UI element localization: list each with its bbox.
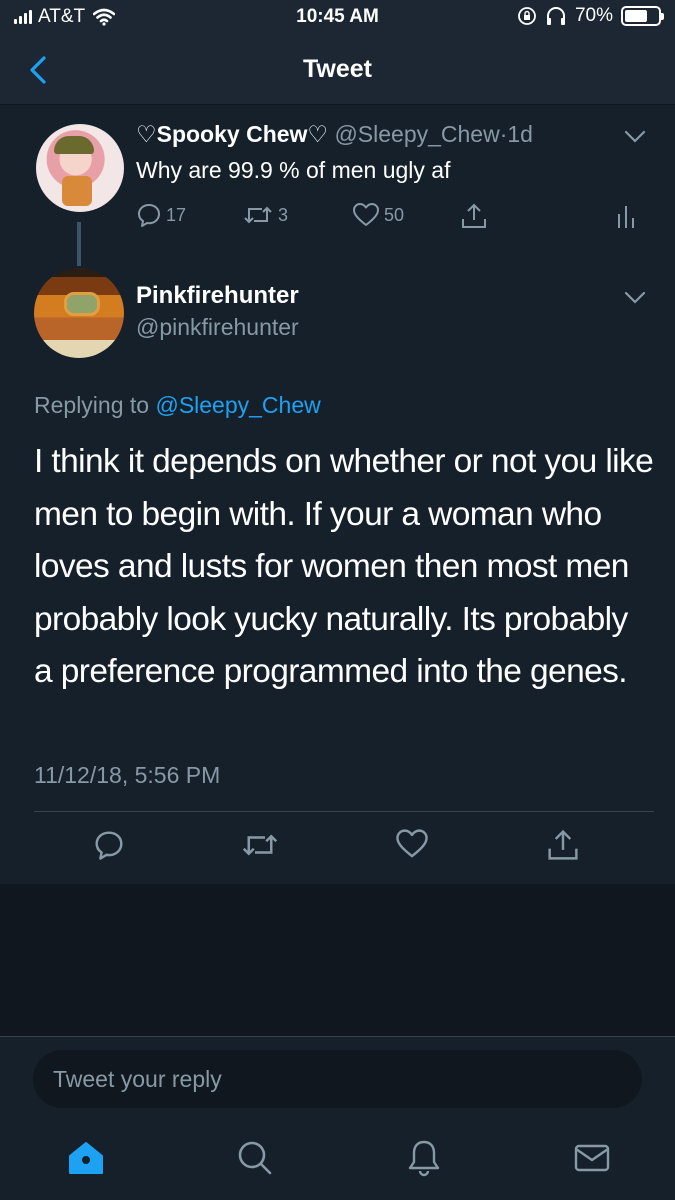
chevron-down-icon[interactable] <box>624 291 646 305</box>
divider <box>34 811 654 812</box>
tweet-age: 1d <box>507 121 533 147</box>
share-icon <box>548 829 578 860</box>
like-count: 50 <box>384 204 405 225</box>
reply-icon <box>95 831 123 860</box>
thread-line <box>77 222 81 266</box>
user-handle[interactable]: @Sleepy_Chew <box>334 121 499 147</box>
chevron-down-icon[interactable] <box>624 130 646 144</box>
avatar-hat-shape <box>54 136 94 154</box>
share-icon <box>462 203 486 228</box>
replying-to-label: Replying to <box>34 392 150 418</box>
reply-icon <box>138 204 160 227</box>
retweet-icon <box>244 206 272 224</box>
reply-input[interactable] <box>33 1050 642 1108</box>
tab-messages[interactable] <box>572 1138 612 1178</box>
reply-button[interactable]: 17 <box>136 202 186 228</box>
tweet-text: Why are 99.9 % of men ugly af <box>136 157 451 183</box>
avatar-pattern-shape <box>64 292 100 316</box>
reply-count: 17 <box>166 204 187 225</box>
heart-icon <box>353 203 379 226</box>
tweet-actions: 17 3 50 <box>136 202 646 234</box>
retweet-button[interactable]: 3 <box>242 202 288 228</box>
tweet-body: I think it depends on whether or not you… <box>34 443 654 690</box>
tweet-actions <box>0 828 675 872</box>
home-icon <box>69 1142 103 1174</box>
tab-search[interactable] <box>235 1138 275 1178</box>
replying-to: Replying to @Sleepy_Chew <box>34 392 321 419</box>
status-right: 70% <box>517 5 664 27</box>
retweet-button[interactable] <box>240 828 280 862</box>
like-button[interactable]: 50 <box>352 202 404 228</box>
battery-fill <box>625 10 648 22</box>
share-button[interactable] <box>546 828 580 862</box>
analytics-button[interactable] <box>616 204 636 230</box>
tweet-timestamp: 11/12/18, 5:56 PM <box>34 762 221 788</box>
retweet-icon <box>242 834 278 856</box>
status-bar: AT&T 10:45 AM 70% <box>0 0 675 36</box>
notifications-icon <box>408 1140 440 1177</box>
user-handle[interactable]: @pinkfirehunter <box>136 314 299 341</box>
tab-home[interactable] <box>66 1138 106 1178</box>
page-title: Tweet <box>303 55 372 83</box>
compose-bar <box>0 1036 675 1124</box>
avatar[interactable] <box>34 268 124 358</box>
headphones-icon <box>546 7 565 25</box>
messages-icon <box>574 1144 610 1172</box>
like-button[interactable] <box>395 828 429 860</box>
empty-area <box>0 884 675 1036</box>
display-name[interactable]: Pinkfirehunter <box>136 282 299 310</box>
retweet-count: 3 <box>278 204 289 225</box>
rotation-lock-icon <box>518 7 536 25</box>
battery-percent: 70% <box>574 5 613 26</box>
battery-icon <box>621 6 664 26</box>
avatar[interactable] <box>36 124 124 212</box>
search-icon <box>238 1141 272 1175</box>
share-button[interactable] <box>460 202 488 230</box>
tab-notifications[interactable] <box>404 1138 444 1178</box>
navigation-header: Tweet <box>0 36 675 105</box>
display-name[interactable]: ♡Spooky Chew♡ <box>136 121 328 147</box>
reply-button[interactable] <box>93 828 125 862</box>
mention-link[interactable]: @Sleepy_Chew <box>155 392 320 418</box>
tweet-header: ♡Spooky Chew♡ @Sleepy_Chew·1d <box>136 121 533 148</box>
avatar-body-shape <box>62 176 92 206</box>
analytics-icon <box>618 206 634 228</box>
tab-bar <box>0 1124 675 1200</box>
heart-icon <box>396 829 428 858</box>
